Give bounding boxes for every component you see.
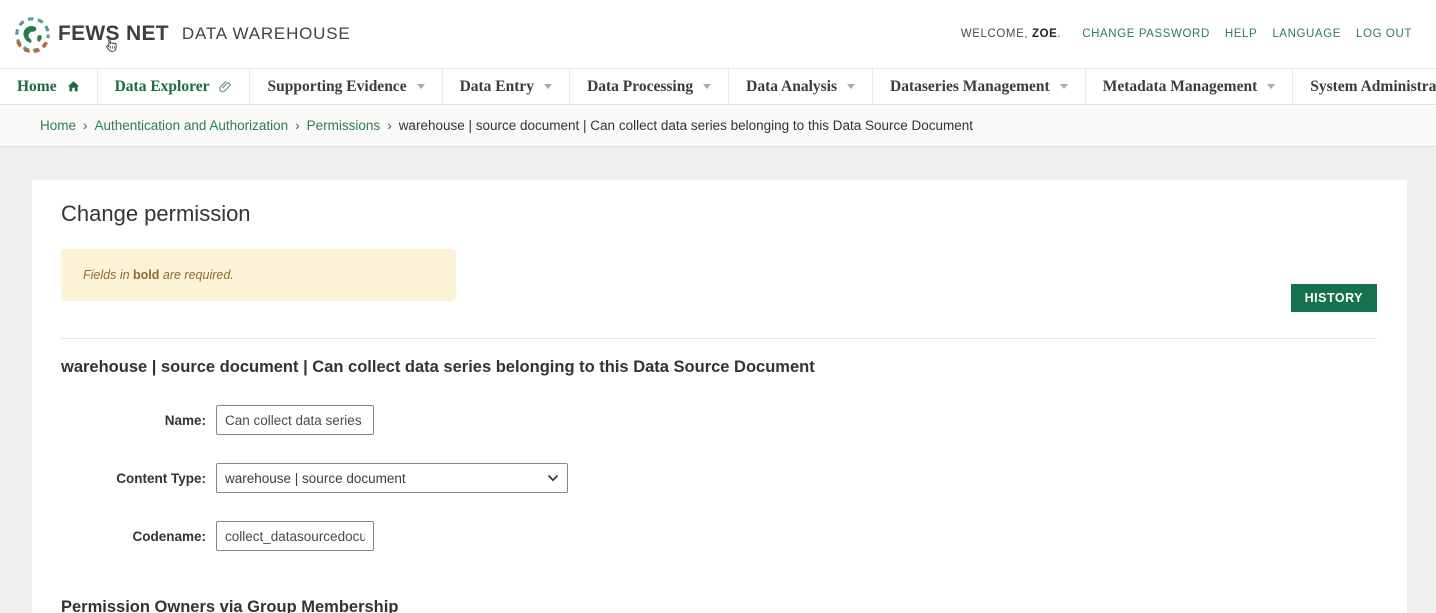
name-field-row: Name: (61, 405, 1377, 435)
main-nav: Home Data Explorer Supporting Evidence D… (0, 68, 1436, 105)
breadcrumb-current: warehouse | source document | Can collec… (399, 118, 973, 133)
paperclip-icon (219, 80, 232, 93)
welcome-text: WELCOME, ZOE. (961, 28, 1061, 40)
breadcrumb-separator: › (295, 118, 300, 133)
breadcrumb-home[interactable]: Home (40, 118, 76, 133)
codename-input[interactable] (216, 521, 374, 551)
chevron-down-icon (703, 84, 711, 89)
required-fields-note: Fields in bold are required. (61, 249, 456, 301)
language-link[interactable]: LANGUAGE (1272, 28, 1341, 40)
nav-item-home[interactable]: Home (0, 69, 98, 104)
content-type-label: Content Type: (61, 471, 216, 486)
divider (61, 338, 1377, 339)
chevron-down-icon (544, 84, 552, 89)
home-icon (67, 80, 80, 93)
breadcrumb-auth[interactable]: Authentication and Authorization (95, 118, 289, 133)
nav-item-data-processing[interactable]: Data Processing (570, 69, 729, 104)
permission-section-title: warehouse | source document | Can collec… (61, 358, 1377, 377)
note-text: Fields in bold are required. (83, 268, 234, 282)
chevron-down-icon (417, 84, 425, 89)
fewsnet-globe-icon (14, 16, 51, 53)
nav-item-data-explorer[interactable]: Data Explorer (98, 69, 251, 104)
help-link[interactable]: HELP (1225, 28, 1257, 40)
app-title: DATA WAREHOUSE (182, 24, 351, 44)
permission-owners-section-title: Permission Owners via Group Membership (61, 598, 1377, 613)
page-title: Change permission (61, 201, 1377, 227)
history-button[interactable]: HISTORY (1291, 284, 1377, 312)
content-type-select-wrap: warehouse | source document (216, 463, 568, 493)
breadcrumb-separator: › (387, 118, 392, 133)
breadcrumb-separator: › (83, 118, 88, 133)
app-header: FEWS NET DATA WAREHOUSE WELCOME, ZOE. CH… (0, 0, 1436, 68)
nav-item-data-analysis[interactable]: Data Analysis (729, 69, 873, 104)
note-row: Fields in bold are required. HISTORY (61, 249, 1377, 301)
breadcrumb-permissions[interactable]: Permissions (307, 118, 381, 133)
chevron-down-icon (1267, 84, 1275, 89)
brand[interactable]: FEWS NET (14, 16, 169, 53)
change-password-link[interactable]: CHANGE PASSWORD (1082, 28, 1210, 40)
nav-item-dataseries-management[interactable]: Dataseries Management (873, 69, 1086, 104)
codename-label: Codename: (61, 529, 216, 544)
chevron-down-icon (1060, 84, 1068, 89)
name-input[interactable] (216, 405, 374, 435)
user-tools: WELCOME, ZOE. CHANGE PASSWORD HELP LANGU… (961, 28, 1412, 40)
breadcrumb: Home › Authentication and Authorization … (0, 105, 1436, 147)
nav-item-system-administration[interactable]: System Administration (1293, 69, 1436, 104)
nav-item-metadata-management[interactable]: Metadata Management (1086, 69, 1294, 104)
username: ZOE (1032, 28, 1057, 40)
logout-link[interactable]: LOG OUT (1356, 28, 1412, 40)
chevron-down-icon (847, 84, 855, 89)
nav-item-data-entry[interactable]: Data Entry (443, 69, 570, 104)
main-content: Change permission Fields in bold are req… (0, 147, 1436, 613)
content-card: Change permission Fields in bold are req… (32, 180, 1407, 613)
codename-field-row: Codename: (61, 521, 1377, 551)
hand-cursor-icon (102, 34, 121, 56)
content-type-field-row: Content Type: warehouse | source documen… (61, 463, 1377, 493)
nav-item-supporting-evidence[interactable]: Supporting Evidence (250, 69, 442, 104)
name-label: Name: (61, 413, 216, 428)
content-type-select[interactable]: warehouse | source document (216, 463, 568, 493)
